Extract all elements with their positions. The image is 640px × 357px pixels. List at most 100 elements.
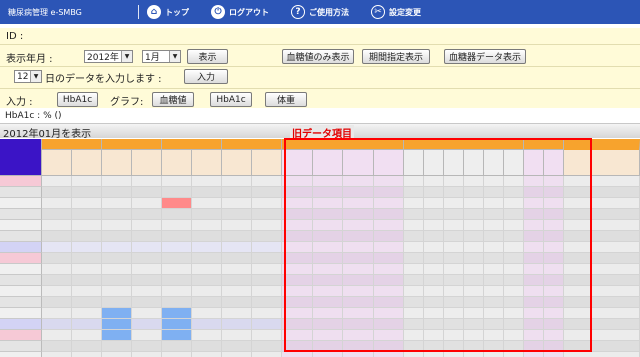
nav-top-link[interactable]: ⌂ トップ [147, 5, 189, 19]
table-cell [42, 352, 72, 357]
table-cell [444, 308, 464, 319]
table-cell [464, 286, 484, 297]
table-cell [222, 330, 252, 341]
display-button[interactable]: 表示 [187, 49, 228, 64]
nav-logout-label: ログアウト [229, 7, 269, 17]
table-cell [564, 264, 640, 275]
table-cell [464, 253, 484, 264]
chevron-down-icon: ▼ [121, 51, 132, 62]
table-cell [132, 341, 162, 352]
table-cell [42, 187, 72, 198]
table-cell [252, 264, 282, 275]
table-cell [132, 308, 162, 319]
table-cell [374, 286, 404, 297]
table-cell [504, 198, 524, 209]
table-cell [424, 330, 444, 341]
table-cell [544, 341, 564, 352]
table-cell [313, 253, 343, 264]
table-cell [374, 264, 404, 275]
table-cell [444, 209, 464, 220]
table-cell [192, 198, 222, 209]
sub-header [102, 150, 132, 176]
nav-help-link[interactable]: ? ご使用方法 [291, 5, 349, 19]
table-cell [464, 198, 484, 209]
table-cell [464, 319, 484, 330]
glucose-only-button[interactable]: 血糖値のみ表示 [282, 49, 354, 64]
date-column-header [0, 139, 42, 176]
table-cell [282, 231, 313, 242]
table-cell [162, 253, 192, 264]
table-cell [102, 253, 132, 264]
table-cell [404, 242, 424, 253]
table-cell [282, 198, 313, 209]
table-cell [313, 220, 343, 231]
table-cell [313, 176, 343, 187]
table-cell [504, 319, 524, 330]
table-cell [544, 319, 564, 330]
sub-header [504, 150, 524, 176]
table-cell [102, 264, 132, 275]
date-cell [0, 187, 42, 198]
table-cell [424, 275, 444, 286]
table-cell [42, 330, 72, 341]
table-cell [424, 242, 444, 253]
divider [0, 66, 640, 67]
table-cell [484, 275, 504, 286]
nav-logout-link[interactable]: ⏻ ログアウト [211, 5, 269, 19]
table-cell [252, 187, 282, 198]
table-cell [484, 319, 504, 330]
month-select[interactable]: 1月 ▼ [142, 50, 181, 63]
graph-hba1c-button[interactable]: HbA1c [210, 92, 252, 107]
date-cell [0, 341, 42, 352]
meter-data-button[interactable]: 血糖器データ表示 [444, 49, 526, 64]
table-cell [192, 253, 222, 264]
table-cell [484, 308, 504, 319]
table-cell [222, 286, 252, 297]
input-button[interactable]: 入力 [184, 69, 228, 84]
table-cell [72, 352, 102, 357]
table-cell [374, 275, 404, 286]
days-select[interactable]: 12 ▼ [14, 70, 42, 83]
sub-header [524, 150, 544, 176]
date-cell [0, 297, 42, 308]
table-cell [42, 264, 72, 275]
table-cell [343, 297, 374, 308]
table-cell [313, 198, 343, 209]
table-cell [424, 231, 444, 242]
table-cell [424, 297, 444, 308]
table-cell [404, 330, 424, 341]
table-cell [222, 176, 252, 187]
nav-settings-link[interactable]: ✂ 設定変更 [371, 5, 421, 19]
table-cell [444, 198, 464, 209]
table-cell [404, 275, 424, 286]
group-header [222, 139, 282, 150]
table-cell [564, 242, 640, 253]
table-cell [404, 297, 424, 308]
table-cell [42, 286, 72, 297]
table-cell [192, 264, 222, 275]
table-cell [343, 286, 374, 297]
sub-header [282, 150, 313, 176]
graph-weight-button[interactable]: 体重 [265, 92, 307, 107]
weight-column-header [564, 139, 640, 176]
table-cell [192, 275, 222, 286]
table-cell [132, 220, 162, 231]
table-cell [282, 352, 313, 357]
year-select[interactable]: 2012年 ▼ [84, 50, 133, 63]
table-cell [192, 220, 222, 231]
date-cell [0, 352, 42, 357]
table-cell [544, 286, 564, 297]
input-label: 入力 : [6, 97, 33, 108]
period-display-button[interactable]: 期間指定表示 [362, 49, 430, 64]
table-cell [504, 253, 524, 264]
table-cell [504, 308, 524, 319]
graph-glucose-button[interactable]: 血糖値 [152, 92, 194, 107]
table-cell [72, 341, 102, 352]
table-cell [282, 286, 313, 297]
table-cell [162, 209, 192, 220]
table-cell [444, 275, 464, 286]
table-cell [484, 341, 504, 352]
table-cell [192, 176, 222, 187]
table-cell [544, 352, 564, 357]
input-hba1c-button[interactable]: HbA1c [57, 92, 98, 107]
